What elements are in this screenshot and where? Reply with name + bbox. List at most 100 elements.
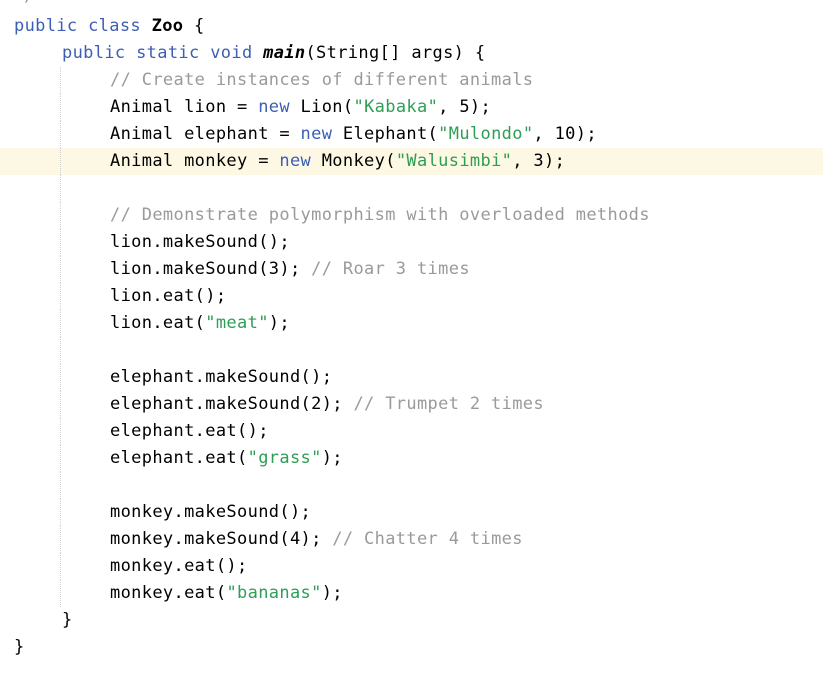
code-text: } [14, 634, 25, 661]
code-token: elephant.makeSound(); [110, 367, 333, 387]
code-token: "Walusimbi" [395, 151, 513, 171]
code-line[interactable]: elephant.makeSound(); [0, 364, 823, 391]
code-editor[interactable]: */ public class Zoo {public static void … [0, 0, 823, 692]
code-token: Elephant( [332, 124, 439, 144]
code-text: // Create instances of different animals [110, 67, 533, 94]
indent-guide [60, 553, 61, 580]
code-token: elephant.eat(); [110, 421, 269, 441]
code-text: public static void main(String[] args) { [62, 40, 485, 67]
code-token: // Trumpet 2 times [353, 394, 544, 414]
code-text: // Demonstrate polymorphism with overloa… [110, 202, 650, 229]
code-token: elephant.makeSound(2); [110, 394, 354, 414]
code-line[interactable]: monkey.makeSound(4); // Chatter 4 times [0, 526, 823, 553]
code-line[interactable]: } [0, 607, 823, 634]
code-token: , 5); [438, 97, 492, 117]
indent-guide [60, 499, 61, 526]
code-token: lion.makeSound(3); [110, 259, 312, 279]
comment-end-fragment: */ [14, 0, 34, 6]
code-token: lion.eat( [110, 313, 206, 333]
indent-guide [60, 364, 61, 391]
code-line[interactable] [0, 337, 823, 364]
code-token: monkey.eat( [110, 583, 227, 603]
code-line[interactable]: elephant.eat(); [0, 418, 823, 445]
code-token: { [183, 16, 205, 36]
code-line[interactable]: monkey.eat("bananas"); [0, 580, 823, 607]
code-token: (String[] args) { [305, 43, 486, 63]
code-line[interactable] [0, 472, 823, 499]
code-text: lion.makeSound(3); // Roar 3 times [110, 256, 470, 283]
indent-guide [60, 256, 61, 283]
indent-guide [60, 202, 61, 229]
code-line[interactable]: Animal monkey = new Monkey("Walusimbi", … [0, 148, 823, 175]
code-line[interactable]: lion.eat("meat"); [0, 310, 823, 337]
code-line[interactable]: monkey.makeSound(); [0, 499, 823, 526]
code-token: "Kabaka" [353, 97, 439, 117]
indent-guide [60, 67, 61, 94]
code-text: monkey.eat(); [110, 553, 248, 580]
code-token: Animal monkey = [110, 151, 280, 171]
code-line[interactable]: // Create instances of different animals [0, 67, 823, 94]
code-text: lion.makeSound(); [110, 229, 290, 256]
code-text: public class Zoo { [14, 13, 205, 40]
code-token: public static void [62, 43, 264, 63]
code-token: , 10); [533, 124, 597, 144]
code-token: monkey.makeSound(4); [110, 529, 333, 549]
code-token: // Roar 3 times [311, 259, 470, 279]
code-token: main [263, 43, 306, 63]
indent-guide [60, 283, 61, 310]
code-text: monkey.makeSound(4); // Chatter 4 times [110, 526, 523, 553]
code-token: "grass" [247, 448, 322, 468]
code-token: lion.makeSound(); [110, 232, 290, 252]
code-line[interactable]: // Demonstrate polymorphism with overloa… [0, 202, 823, 229]
code-token: , 3); [512, 151, 566, 171]
code-token: public class [14, 16, 152, 36]
code-token: } [62, 610, 73, 630]
indent-guide [60, 229, 61, 256]
code-text: monkey.makeSound(); [110, 499, 311, 526]
code-text: elephant.eat("grass"); [110, 445, 343, 472]
code-token: lion.eat(); [110, 286, 227, 306]
indent-guide [60, 121, 61, 148]
code-line[interactable] [0, 175, 823, 202]
code-token: elephant.eat( [110, 448, 248, 468]
code-token: Monkey( [311, 151, 396, 171]
indent-guide [60, 148, 61, 175]
code-text: Animal lion = new Lion("Kabaka", 5); [110, 94, 491, 121]
code-text: lion.eat("meat"); [110, 310, 290, 337]
code-line[interactable]: elephant.makeSound(2); // Trumpet 2 time… [0, 391, 823, 418]
code-line[interactable]: monkey.eat(); [0, 553, 823, 580]
code-token: // Create instances of different animals [110, 70, 534, 90]
code-token: "meat" [205, 313, 269, 333]
code-line[interactable]: Animal lion = new Lion("Kabaka", 5); [0, 94, 823, 121]
indent-guide [60, 580, 61, 607]
code-line[interactable]: public class Zoo { [0, 13, 823, 40]
indent-guide [60, 175, 61, 202]
indent-guide [60, 526, 61, 553]
code-token: ); [321, 583, 343, 603]
code-line[interactable]: lion.makeSound(); [0, 229, 823, 256]
indent-guide [60, 310, 61, 337]
code-text: Animal monkey = new Monkey("Walusimbi", … [110, 148, 565, 175]
code-line[interactable]: lion.eat(); [0, 283, 823, 310]
code-text: lion.eat(); [110, 283, 226, 310]
code-token: new [279, 151, 312, 171]
code-token: new [258, 97, 290, 117]
code-line[interactable]: elephant.eat("grass"); [0, 445, 823, 472]
code-line[interactable]: } [0, 634, 823, 661]
code-token: monkey.eat(); [110, 556, 248, 576]
code-token: Animal lion = [110, 97, 259, 117]
code-line[interactable]: Animal elephant = new Elephant("Mulondo"… [0, 121, 823, 148]
code-text: elephant.makeSound(); [110, 364, 332, 391]
code-token: // Demonstrate polymorphism with overloa… [110, 205, 650, 225]
code-text: elephant.eat(); [110, 418, 269, 445]
code-token: Zoo [151, 16, 184, 36]
code-token: monkey.makeSound(); [110, 502, 312, 522]
code-token: new [300, 124, 333, 144]
code-text: } [62, 607, 73, 634]
code-token: } [14, 637, 25, 657]
code-token: ); [268, 313, 290, 333]
code-text: monkey.eat("bananas"); [110, 580, 343, 607]
indent-guide [60, 337, 61, 364]
code-line[interactable]: lion.makeSound(3); // Roar 3 times [0, 256, 823, 283]
code-line[interactable]: public static void main(String[] args) { [0, 40, 823, 67]
